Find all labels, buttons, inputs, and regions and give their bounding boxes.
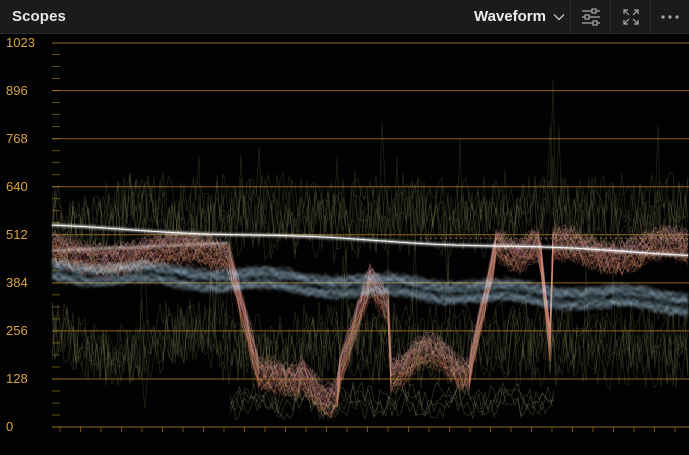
sliders-icon — [581, 7, 600, 26]
chevron-down-icon — [553, 13, 565, 20]
expand-icon — [622, 8, 639, 25]
scale-label: 128 — [6, 370, 28, 386]
scale-label: 896 — [6, 82, 28, 98]
more-horizontal-icon — [661, 14, 679, 19]
scopes-panel: Scopes Waveform 1023 896 768 640 512 384… — [0, 0, 689, 455]
expand-button[interactable] — [610, 0, 650, 33]
scope-settings-button[interactable] — [570, 0, 610, 33]
scale-label: 0 — [6, 419, 14, 434]
waveform-display — [51, 42, 689, 432]
scale-label: 256 — [6, 322, 28, 338]
title-bar: Scopes Waveform — [0, 0, 689, 34]
scale-label: 640 — [6, 178, 28, 194]
waveform-scope[interactable]: 1023 896 768 640 512 384 256 128 0 — [0, 34, 689, 455]
panel-title: Scopes — [12, 8, 66, 25]
scale-label: 384 — [6, 274, 28, 290]
scale-label: 1023 — [6, 35, 35, 50]
scale-label: 768 — [6, 130, 28, 146]
more-options-button[interactable] — [650, 0, 689, 33]
scale-label: 512 — [6, 226, 28, 242]
scope-mode-dropdown[interactable]: Waveform — [466, 0, 570, 33]
scope-mode-label: Waveform — [474, 8, 546, 25]
